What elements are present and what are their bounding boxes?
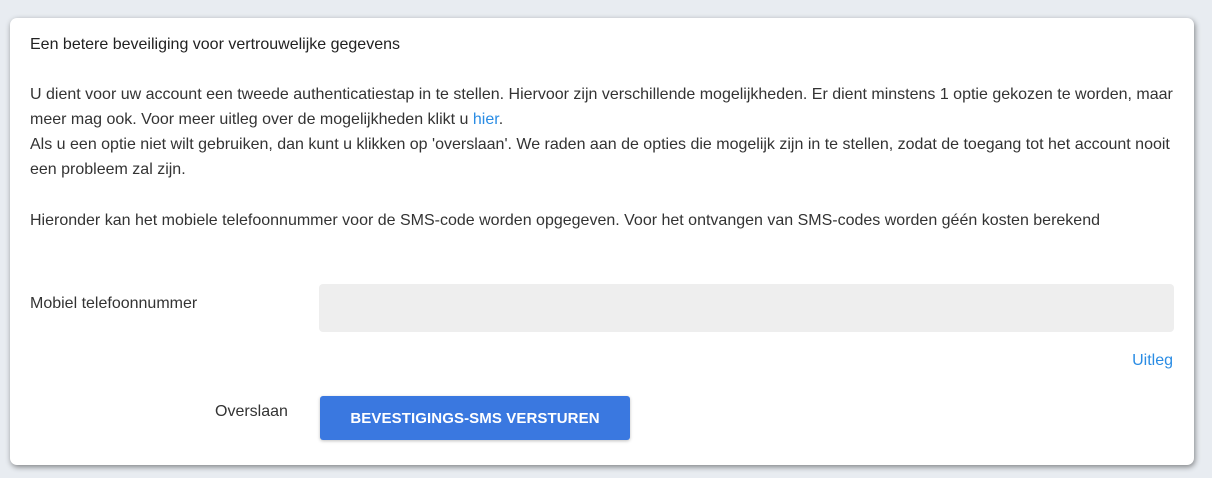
intro-text: U dient voor uw account een tweede authe… — [30, 82, 1180, 182]
phone-label: Mobiel telefoonnummer — [30, 295, 198, 312]
intro-text-part1: U dient voor uw account een tweede authe… — [30, 86, 1173, 128]
intro-text-part2: . — [498, 111, 504, 128]
skip-info-text: Als u een optie niet wilt gebruiken, dan… — [30, 136, 1170, 178]
sms-setup-card: Een betere beveiliging voor vertrouwelij… — [10, 18, 1194, 465]
uitleg-link[interactable]: Uitleg — [1132, 352, 1173, 370]
phone-input[interactable] — [319, 284, 1174, 332]
card-title: Een betere beveiliging voor vertrouwelij… — [30, 36, 400, 53]
send-sms-button[interactable]: BEVESTIGINGS-SMS VERSTUREN — [320, 396, 630, 440]
skip-button[interactable]: Overslaan — [215, 403, 288, 421]
info-here-link[interactable]: hier — [473, 111, 499, 128]
sms-info-text: Hieronder kan het mobiele telefoonnummer… — [30, 212, 1100, 229]
